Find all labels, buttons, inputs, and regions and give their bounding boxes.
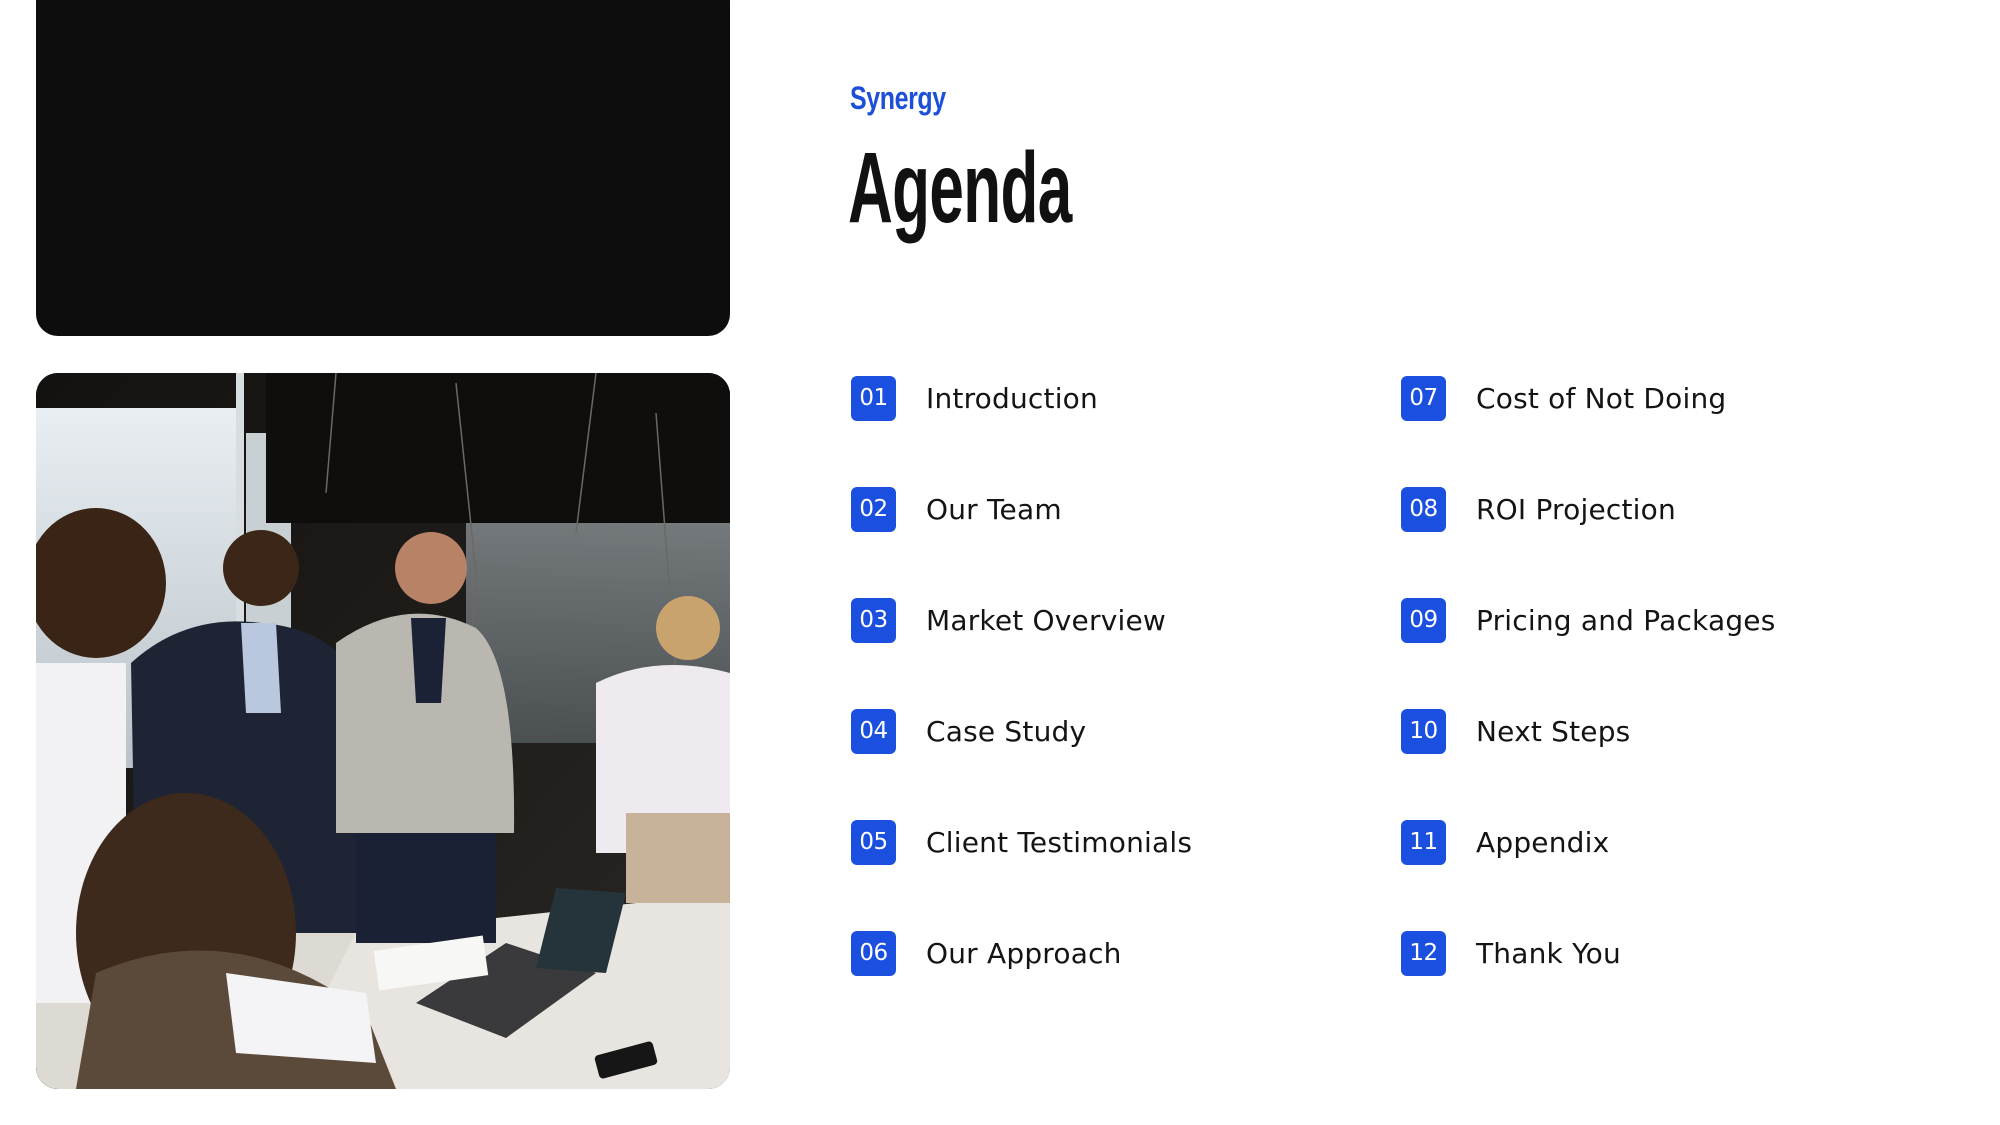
agenda-number-badge: 08: [1401, 486, 1446, 532]
agenda-item[interactable]: 12 Thank You: [1401, 930, 1621, 976]
agenda-item[interactable]: 06 Our Approach: [851, 930, 1122, 976]
agenda-item-label: Next Steps: [1476, 714, 1631, 748]
agenda-item[interactable]: 10 Next Steps: [1401, 708, 1630, 754]
agenda-item-label: Our Approach: [926, 936, 1122, 970]
agenda-number-badge: 01: [851, 375, 896, 421]
agenda-number-badge: 03: [851, 597, 896, 643]
team-meeting-photo: [36, 373, 730, 1089]
agenda-item[interactable]: 11 Appendix: [1401, 819, 1609, 865]
agenda-item-label: Introduction: [926, 381, 1098, 415]
deck-brand-label: Synergy: [850, 80, 946, 116]
agenda-number-badge: 09: [1401, 597, 1446, 643]
black-image-panel: [36, 0, 730, 336]
agenda-number-badge: 11: [1401, 819, 1446, 865]
agenda-item-label: Cost of Not Doing: [1476, 381, 1727, 415]
photo-illustration: [36, 373, 730, 1089]
agenda-item[interactable]: 09 Pricing and Packages: [1401, 597, 1776, 643]
agenda-number-badge: 02: [851, 486, 896, 532]
page-title: Agenda: [848, 132, 1072, 244]
agenda-item-label: Case Study: [926, 714, 1087, 748]
agenda-item-label: Thank You: [1476, 936, 1621, 970]
agenda-item-label: Our Team: [926, 492, 1062, 526]
agenda-item[interactable]: 02 Our Team: [851, 486, 1062, 532]
agenda-number-badge: 10: [1401, 708, 1446, 754]
agenda-number-badge: 07: [1401, 375, 1446, 421]
agenda-item[interactable]: 03 Market Overview: [851, 597, 1166, 643]
agenda-item-label: Market Overview: [926, 603, 1166, 637]
agenda-number-badge: 05: [851, 819, 896, 865]
agenda-item-label: Client Testimonials: [926, 825, 1193, 859]
agenda-item[interactable]: 07 Cost of Not Doing: [1401, 375, 1726, 421]
agenda-item[interactable]: 08 ROI Projection: [1401, 486, 1676, 532]
agenda-item-label: Appendix: [1476, 825, 1610, 859]
agenda-number-badge: 06: [851, 930, 896, 976]
agenda-item-label: ROI Projection: [1476, 492, 1676, 526]
agenda-item[interactable]: 04 Case Study: [851, 708, 1086, 754]
agenda-item[interactable]: 05 Client Testimonials: [851, 819, 1192, 865]
agenda-item[interactable]: 01 Introduction: [851, 375, 1098, 421]
agenda-number-badge: 04: [851, 708, 896, 754]
agenda-number-badge: 12: [1401, 930, 1446, 976]
agenda-item-label: Pricing and Packages: [1476, 603, 1776, 637]
